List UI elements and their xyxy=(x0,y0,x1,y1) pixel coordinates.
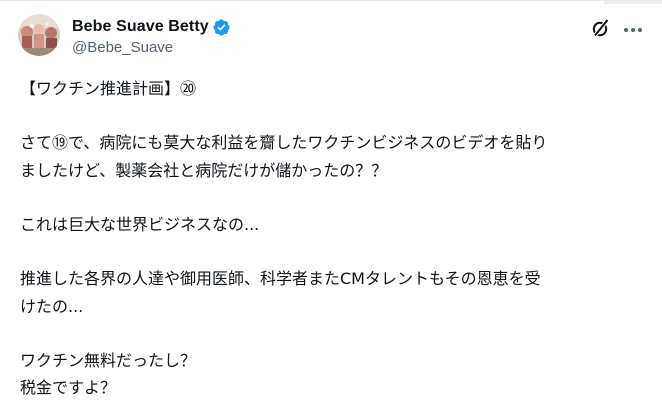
tweet-line: 税金ですよ？ xyxy=(20,378,117,398)
tweet-line: 【ワクチン推進計画】⑳ xyxy=(20,79,197,98)
tweet-line: さて⑲で、病院にも莫大な利益を齎したワクチンビジネスのビデオを貼り xyxy=(20,133,548,153)
author-block: Bebe Suave Betty @Bebe_Suave xyxy=(72,17,231,56)
avatar[interactable] xyxy=(18,14,60,56)
tweet-text: 【ワクチン推進計画】⑳ さて⑲で、病院にも莫大な利益を齎したワクチンビジネスのビ… xyxy=(20,75,650,401)
tweet-paragraph: さて⑲で、病院にも莫大な利益を齎したワクチンビジネスのビデオを貼り ましたけど、… xyxy=(20,129,650,183)
more-options-icon[interactable] xyxy=(622,19,644,41)
tweet-line: これは巨大な世界ビジネスなの... xyxy=(20,214,260,234)
tweet-paragraph: 推進した各界の人達や御用医師、科学者またCMタレントもその恩恵を受 けたの... xyxy=(20,265,650,319)
tweet-card: Bebe Suave Betty @Bebe_Suave 【ワクチン推進計画】⑳ xyxy=(0,0,662,411)
display-name[interactable]: Bebe Suave Betty xyxy=(72,18,209,36)
tweet-paragraph: 【ワクチン推進計画】⑳ xyxy=(20,75,650,102)
tweet-paragraph: ワクチン無料だったし？ 税金ですよ？ xyxy=(20,347,650,401)
top-divider xyxy=(604,1,662,4)
tweet-paragraph: これは巨大な世界ビジネスなの... xyxy=(20,211,650,238)
tweet-line: 推進した各界の人達や御用医師、科学者またCMタレントもその恩恵を受 xyxy=(20,269,541,289)
tweet-line: ワクチン無料だったし？ xyxy=(20,350,197,370)
name-row: Bebe Suave Betty xyxy=(72,17,231,37)
handle[interactable]: @Bebe_Suave xyxy=(72,39,231,56)
tweet-line: ましたけど、製薬会社と病院だけが儲かったの？？ xyxy=(20,160,388,180)
verified-badge-icon xyxy=(212,18,231,37)
grok-icon[interactable] xyxy=(590,17,612,39)
tweet-line: けたの... xyxy=(20,296,84,316)
